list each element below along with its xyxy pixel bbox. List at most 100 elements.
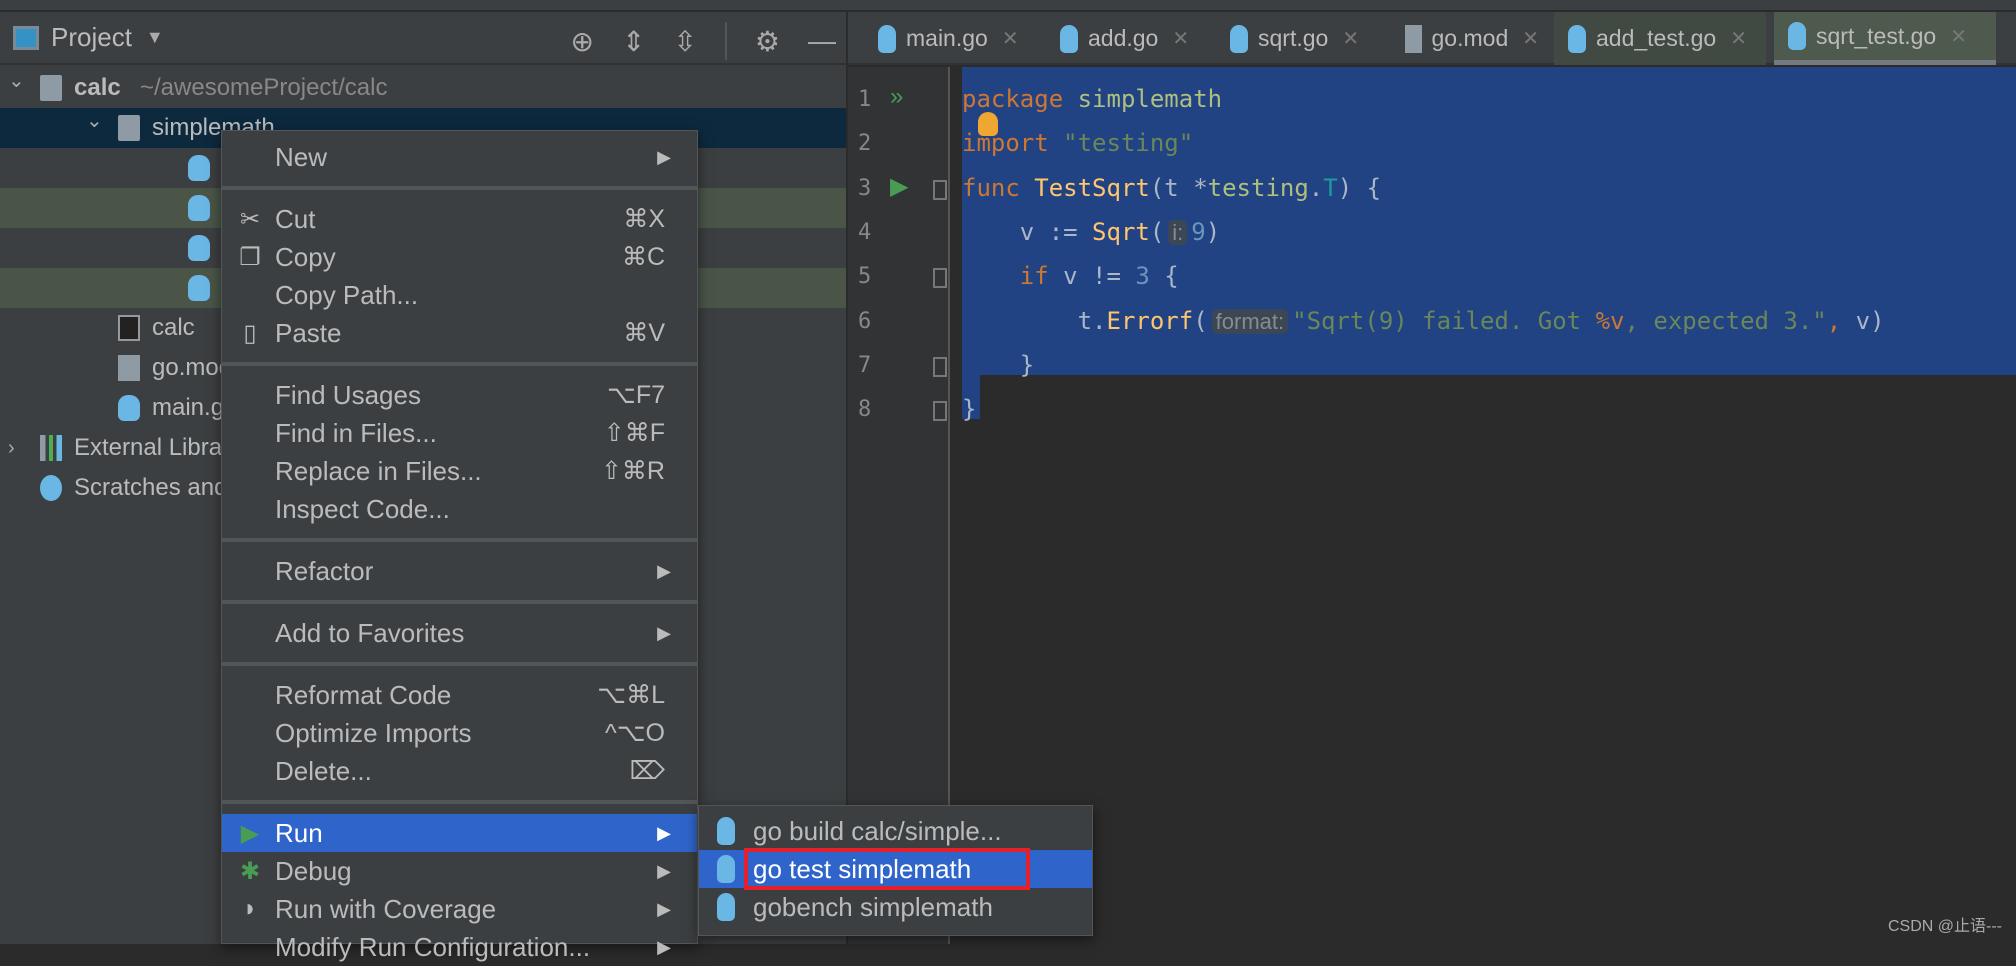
code-token: T	[1323, 173, 1338, 202]
project-view-selector[interactable]: Project	[51, 22, 132, 53]
minimize-icon[interactable]: —	[808, 25, 836, 57]
chevron-down-icon[interactable]: ⌄	[8, 68, 25, 93]
code-token: simplemath	[1077, 85, 1223, 113]
code-token: 9	[1191, 217, 1206, 246]
bug-icon: ✱	[239, 857, 261, 885]
tab-add-go[interactable]: add.go ✕	[1046, 12, 1204, 65]
menu-separator	[222, 538, 697, 542]
gopher-run-icon	[717, 817, 735, 845]
locate-file-icon[interactable]: ⊕	[570, 25, 593, 58]
code-token: }	[962, 395, 977, 424]
tab-sqrt_test-go[interactable]: sqrt_test.go ✕	[1774, 12, 1996, 65]
run-test-icon[interactable]: ▶	[890, 172, 908, 201]
menu-item-new[interactable]: New ▶	[222, 138, 697, 176]
tab-go-mod[interactable]: go.mod ✕	[1391, 12, 1539, 65]
close-icon[interactable]: ✕	[1172, 26, 1189, 51]
gopher-test-icon	[188, 275, 210, 301]
submenu-item-go-build-calc-simple[interactable]: go build calc/simple...	[699, 812, 1092, 850]
tab-main-go[interactable]: main.go ✕	[864, 12, 1022, 65]
menu-item-label: Debug	[275, 855, 352, 886]
code-token: Sqrt	[1092, 217, 1150, 246]
menu-item-delete[interactable]: Delete... ⌦	[222, 752, 697, 790]
code-token: %v	[1595, 306, 1625, 335]
shortcut-label: ⌥⌘L	[597, 681, 665, 709]
menu-item-modify-run-configuration[interactable]: Modify Run Configuration... ▶	[222, 928, 697, 966]
code-token: testing	[1207, 173, 1309, 202]
menu-item-find-in-files[interactable]: Find in Files... ⇧⌘F	[222, 414, 697, 452]
clipboard-icon: ▯	[243, 319, 257, 347]
gear-icon[interactable]: ⚙	[755, 25, 780, 58]
gopher-test-icon	[717, 855, 735, 883]
tree-item[interactable]: ⌄ calc ~/awesomeProject/calc	[0, 68, 846, 108]
folder-icon	[118, 115, 140, 141]
code-token: )	[1205, 217, 1221, 246]
watermark: CSDN @止语---	[1887, 918, 2002, 935]
gopher-icon	[878, 24, 896, 53]
menu-item-optimize-imports[interactable]: Optimize Imports ^⌥O	[222, 714, 697, 752]
menu-item-reformat-code[interactable]: Reformat Code ⌥⌘L	[222, 676, 697, 714]
code-line[interactable]: }	[962, 395, 976, 423]
menu-item-copy-path[interactable]: Copy Path...	[222, 276, 697, 314]
code-token: ) {	[1337, 173, 1382, 202]
shortcut-label: ⌘V	[623, 319, 665, 347]
menu-item-label: New	[275, 141, 328, 172]
libraries-icon	[40, 435, 62, 461]
tree-item-path: ~/awesomeProject/calc	[140, 74, 388, 101]
gopher-test-icon	[1788, 22, 1806, 50]
code-line[interactable]: v := Sqrt(i: 9)	[962, 218, 1220, 246]
chevron-down-icon[interactable]: ⌄	[86, 108, 103, 133]
shortcut-label: ⌘C	[621, 243, 665, 271]
code-line[interactable]: t.Errorf(format: "Sqrt(9) failed. Got %v,…	[962, 307, 1885, 335]
close-icon[interactable]: ✕	[1002, 26, 1019, 51]
fold-marker-icon[interactable]	[933, 401, 947, 422]
tab-add_test-go[interactable]: add_test.go ✕	[1554, 12, 1766, 65]
run-all-icon[interactable]: »	[890, 83, 903, 111]
lightbulb-icon[interactable]	[978, 112, 998, 136]
menu-item-cut[interactable]: ✂ Cut ⌘X	[222, 200, 697, 238]
code-line[interactable]: package simplemath	[962, 85, 1222, 113]
close-icon[interactable]: ✕	[1522, 26, 1539, 51]
menu-item-refactor[interactable]: Refactor ▶	[222, 552, 697, 590]
menu-item-copy[interactable]: ❐ Copy ⌘C	[222, 238, 697, 276]
menu-item-label: Cut	[275, 203, 316, 234]
menu-item-inspect-code[interactable]: Inspect Code...	[222, 490, 697, 528]
chevron-right-icon[interactable]: ›	[8, 437, 15, 460]
tab-label: add_test.go	[1596, 25, 1717, 51]
code-token: ,	[1826, 306, 1856, 335]
code-line[interactable]: if v != 3 {	[962, 262, 1179, 290]
line-number: 6	[858, 308, 872, 334]
run-submenu: go build calc/simple... go test simplemat…	[698, 805, 1093, 936]
gopher-test-icon	[188, 195, 210, 221]
code-line[interactable]: func TestSqrt(t *testing.T) {	[962, 174, 1381, 202]
menu-item-label: Delete...	[275, 755, 372, 786]
close-icon[interactable]: ✕	[1730, 26, 1747, 51]
close-icon[interactable]: ✕	[1342, 26, 1359, 51]
menu-item-find-usages[interactable]: Find Usages ⌥F7	[222, 376, 697, 414]
menu-item-label: Modify Run Configuration...	[275, 931, 591, 962]
code-line[interactable]: }	[962, 351, 1034, 379]
fold-marker-icon[interactable]	[933, 268, 947, 289]
chevron-right-icon: ▶	[657, 560, 671, 581]
tab-label: sqrt_test.go	[1816, 22, 1937, 49]
menu-item-label: Copy Path...	[275, 279, 419, 310]
menu-item-debug[interactable]: ✱ Debug ▶	[222, 852, 697, 890]
fold-marker-icon[interactable]	[933, 356, 947, 377]
line-number: 3	[858, 175, 872, 201]
submenu-item-go-test-simplemath[interactable]: go test simplemath	[699, 848, 1092, 890]
expand-all-icon[interactable]: ⇕	[622, 25, 645, 58]
menu-item-replace-in-files[interactable]: Replace in Files... ⇧⌘R	[222, 452, 697, 490]
menu-item-run-with-coverage[interactable]: ◗ Run with Coverage ▶	[222, 890, 697, 928]
menu-item-run[interactable]: ▶ Run ▶	[222, 814, 697, 852]
menu-item-paste[interactable]: ▯ Paste ⌘V	[222, 314, 697, 352]
tree-item-label: calc	[74, 74, 121, 101]
fold-marker-icon[interactable]	[933, 179, 947, 200]
menu-item-label: Find Usages	[275, 379, 421, 410]
annotation-highlight-box	[744, 848, 1030, 890]
chevron-down-icon[interactable]: ▼	[146, 27, 164, 48]
submenu-item-gobench-simplemath[interactable]: gobench simplemath	[699, 888, 1092, 926]
close-icon[interactable]: ✕	[1950, 24, 1967, 49]
collapse-all-icon[interactable]: ⇳	[673, 25, 696, 58]
menu-item-add-to-favorites[interactable]: Add to Favorites ▶	[222, 614, 697, 652]
code-token: format:	[1211, 308, 1289, 334]
tab-sqrt-go[interactable]: sqrt.go ✕	[1216, 12, 1380, 65]
